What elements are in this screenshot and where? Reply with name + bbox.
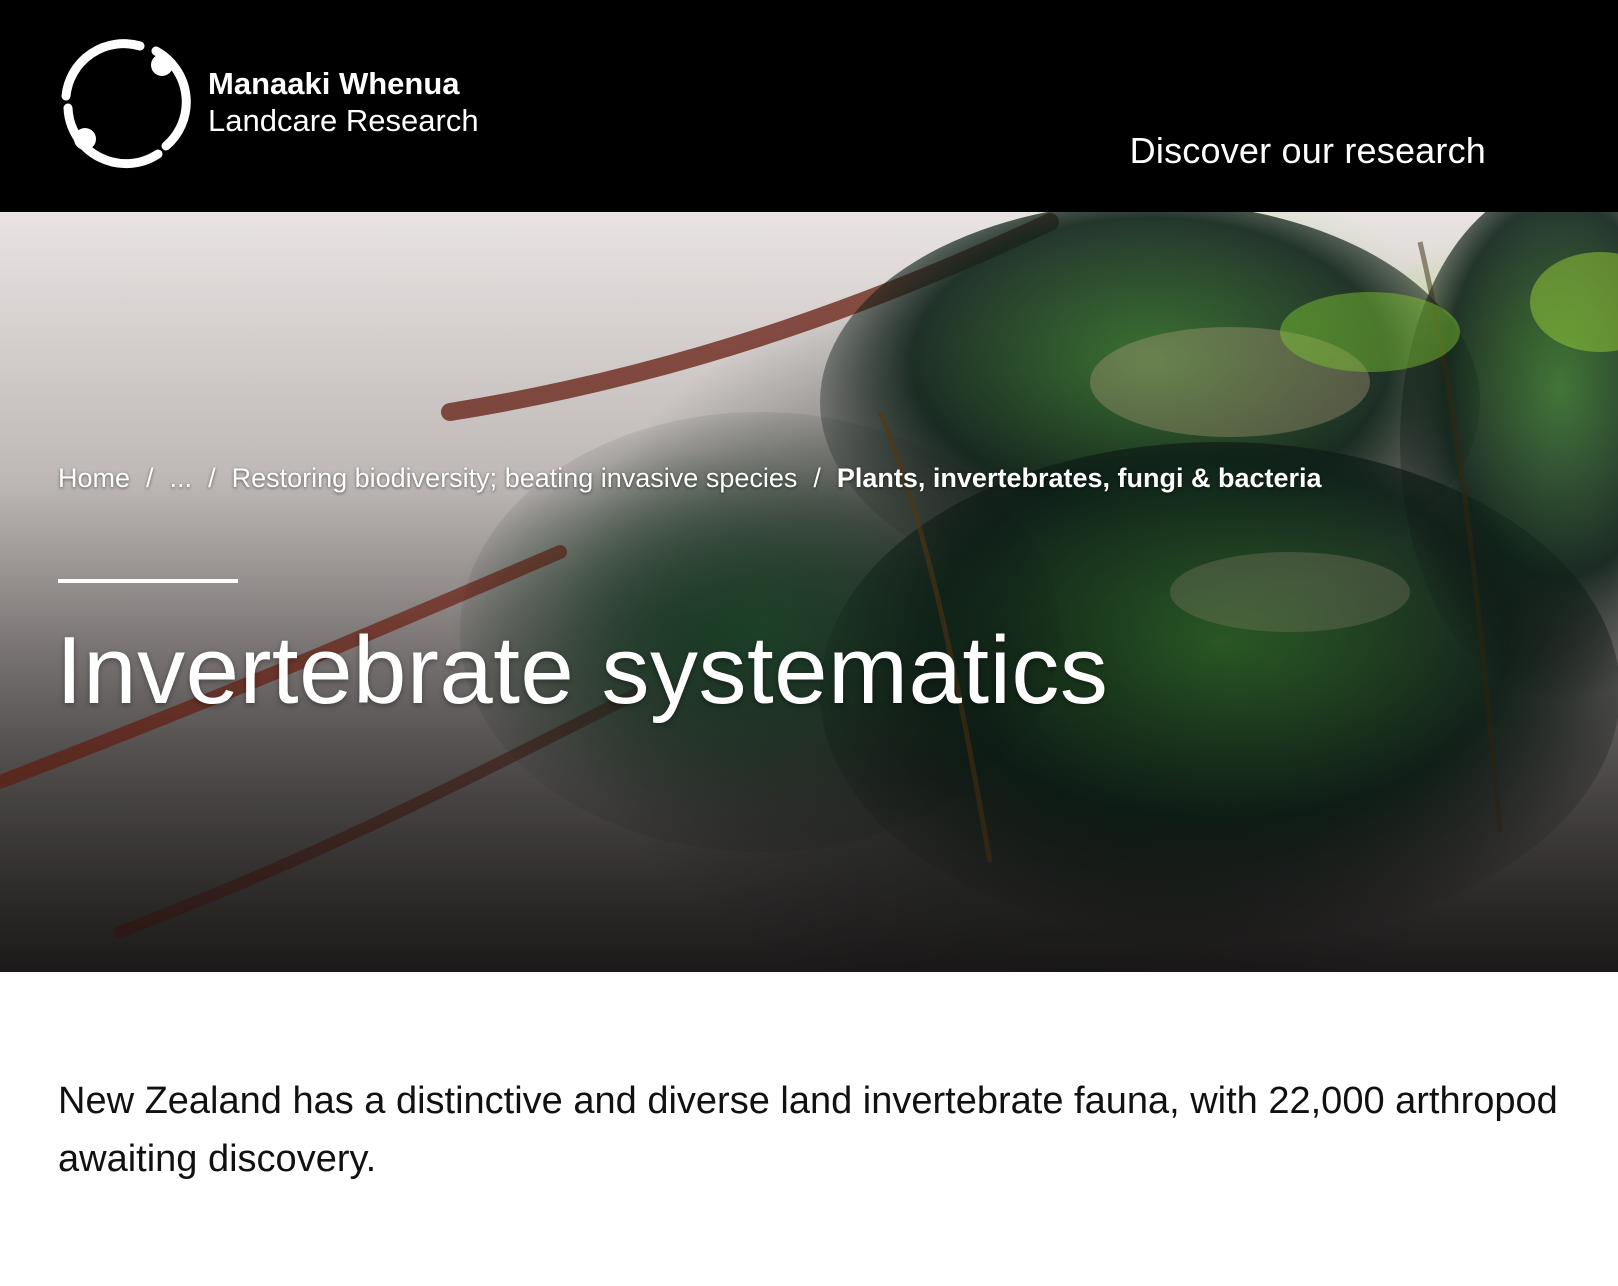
page-title: Invertebrate systematics	[56, 617, 1109, 724]
logo-name-english: Landcare Research	[208, 103, 479, 138]
breadcrumb: Home / ... / Restoring biodiversity; bea…	[58, 463, 1322, 494]
discover-our-research-link[interactable]: Discover our research	[1130, 130, 1486, 172]
hero-banner	[0, 212, 1618, 972]
breadcrumb-home-link[interactable]: Home	[58, 463, 130, 494]
site-header: Manaaki Whenua Landcare Research Discove…	[0, 0, 1618, 212]
breadcrumb-separator: /	[208, 463, 216, 493]
logo-text: Manaaki Whenua Landcare Research	[208, 66, 479, 139]
logo-name-maori: Manaaki Whenua	[208, 66, 460, 102]
breadcrumb-separator: /	[146, 463, 154, 493]
title-accent-rule	[58, 579, 238, 583]
site-logo-link[interactable]: Manaaki Whenua Landcare Research	[58, 36, 479, 170]
breadcrumb-current-page: Plants, invertebrates, fungi & bacteria	[836, 463, 1322, 493]
logo-circle-icon	[61, 39, 191, 169]
breadcrumb-ellipsis-link[interactable]: ...	[170, 463, 193, 494]
breadcrumb-restoring-biodiversity-link[interactable]: Restoring biodiversity; beating invasive…	[232, 463, 798, 494]
intro-paragraph: New Zealand has a distinctive and divers…	[58, 1080, 1558, 1180]
hero-overlay	[0, 212, 1618, 972]
breadcrumb-separator: /	[813, 463, 821, 493]
